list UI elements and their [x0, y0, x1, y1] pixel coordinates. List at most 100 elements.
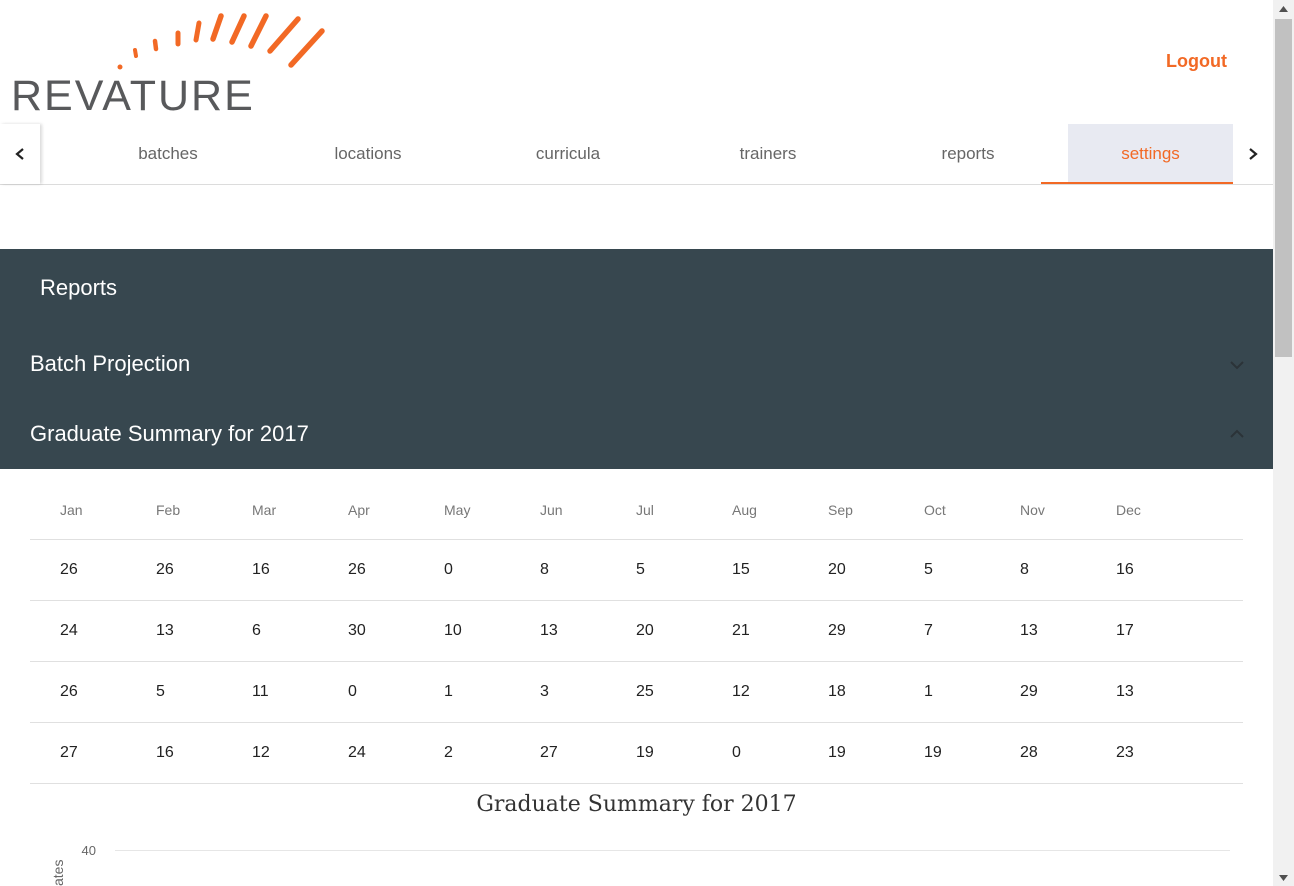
- column-header: Feb: [156, 501, 181, 518]
- table-cell: 0: [348, 683, 357, 700]
- table-cell: 25: [636, 683, 654, 700]
- table-cell: 13: [540, 622, 558, 639]
- table-cell: 29: [828, 622, 846, 639]
- table-cell: 10: [444, 622, 462, 639]
- chart-title: Graduate Summary for 2017: [476, 792, 797, 817]
- column-header: Jan: [60, 501, 83, 518]
- tab-batches[interactable]: batches: [68, 124, 268, 184]
- reports-panel: Reports Batch Projection Graduate Summar…: [0, 249, 1273, 469]
- table-cell: 5: [636, 561, 645, 578]
- table-cell: 27: [540, 744, 558, 761]
- graduate-summary-header[interactable]: Graduate Summary for 2017: [0, 399, 1273, 469]
- table-cell: 1: [924, 683, 933, 700]
- tab-list: batches locations curricula trainers rep…: [40, 124, 1233, 184]
- table-cell: 23: [1116, 744, 1134, 761]
- table-cell: 13: [156, 622, 174, 639]
- table-cell: 2: [444, 744, 453, 761]
- table-cell: 20: [636, 622, 654, 639]
- table-cell: 15: [732, 561, 750, 578]
- column-header: Aug: [732, 501, 757, 518]
- table-cell: 8: [1020, 561, 1029, 578]
- table-cell: 21: [732, 622, 750, 639]
- panel-title: Reports: [40, 275, 118, 300]
- column-header: Nov: [1020, 501, 1045, 518]
- column-header: Apr: [348, 501, 370, 518]
- table-cell: 12: [252, 744, 270, 761]
- scroll-down-button[interactable]: [1273, 869, 1294, 886]
- column-header: Sep: [828, 501, 853, 518]
- column-header: Dec: [1116, 501, 1141, 518]
- scroll-down-arrow-icon: [1279, 874, 1288, 881]
- column-header: Oct: [924, 501, 946, 518]
- table-cell: 7: [924, 622, 933, 639]
- table-cell: 18: [828, 683, 846, 700]
- tab-settings[interactable]: settings: [1068, 124, 1233, 184]
- table-cell: 19: [924, 744, 942, 761]
- tab-locations[interactable]: locations: [268, 124, 468, 184]
- table-cell: 27: [60, 744, 78, 761]
- table-row: 24 13 6 30 10 13 20 21 29 7 13 17: [30, 600, 1243, 662]
- chevron-right-icon: [1249, 148, 1258, 160]
- y-axis-label: ates: [50, 860, 66, 886]
- chevron-left-icon: [15, 148, 24, 160]
- graduate-summary-table: Jan Feb Mar Apr May Jun Jul Aug Sep Oct …: [30, 480, 1243, 784]
- table-cell: 0: [444, 561, 453, 578]
- table-cell: 5: [924, 561, 933, 578]
- table-cell: 26: [60, 683, 78, 700]
- logo-wordmark: REVATURE: [11, 72, 255, 115]
- table-cell: 26: [60, 561, 78, 578]
- table-cell: 24: [60, 622, 78, 639]
- chevron-up-icon: [1230, 429, 1244, 438]
- revature-logo: REVATURE: [10, 10, 330, 115]
- scroll-up-button[interactable]: [1273, 0, 1294, 17]
- table-cell: 13: [1116, 683, 1134, 700]
- batch-projection-header[interactable]: Batch Projection: [0, 329, 1273, 399]
- graduate-summary-chart: 40 ates: [50, 843, 1230, 886]
- scroll-up-arrow-icon: [1279, 5, 1288, 12]
- table-cell: 16: [156, 744, 174, 761]
- column-header: Jul: [636, 501, 654, 518]
- tab-reports[interactable]: reports: [868, 124, 1068, 184]
- page-viewport: REVATURE Logout batches locations curric…: [0, 0, 1273, 886]
- table-cell: 1: [444, 683, 453, 700]
- table-cell: 16: [1116, 561, 1134, 578]
- tabs-scroll-left-button[interactable]: [0, 124, 40, 184]
- table-cell: 26: [156, 561, 174, 578]
- column-header: Jun: [540, 501, 563, 518]
- chevron-down-icon: [1230, 361, 1244, 370]
- table-cell: 11: [252, 683, 269, 700]
- table-cell: 8: [540, 561, 549, 578]
- section-label: Graduate Summary for 2017: [30, 421, 309, 446]
- scrollbar-thumb[interactable]: [1275, 19, 1292, 357]
- nav-tabs-bar: batches locations curricula trainers rep…: [0, 124, 1273, 185]
- table-cell: 16: [252, 561, 270, 578]
- table-header-row: Jan Feb Mar Apr May Jun Jul Aug Sep Oct …: [30, 480, 1243, 540]
- table-cell: 12: [732, 683, 750, 700]
- table-cell: 26: [348, 561, 366, 578]
- column-header: May: [444, 501, 471, 518]
- table-cell: 3: [540, 683, 549, 700]
- tabs-scroll-right-button[interactable]: [1233, 124, 1273, 184]
- table-row: 27 16 12 24 2 27 19 0 19 19 28 23: [30, 722, 1243, 784]
- table-cell: 20: [828, 561, 846, 578]
- active-tab-indicator: [1041, 182, 1233, 184]
- table-cell: 13: [1020, 622, 1038, 639]
- table-row: 26 5 11 0 1 3 25 12 18 1 29 13: [30, 661, 1243, 723]
- y-tick-label: 40: [82, 843, 96, 858]
- table-cell: 5: [156, 683, 165, 700]
- table-cell: 0: [732, 744, 741, 761]
- table-cell: 17: [1116, 622, 1134, 639]
- table-cell: 28: [1020, 744, 1038, 761]
- table-cell: 29: [1020, 683, 1038, 700]
- column-header: Mar: [252, 501, 277, 518]
- table-cell: 30: [348, 622, 366, 639]
- table-row: 26 26 16 26 0 8 5 15 20 5 8 16: [30, 539, 1243, 601]
- table-cell: 19: [636, 744, 654, 761]
- tab-curricula[interactable]: curricula: [468, 124, 668, 184]
- logout-link[interactable]: Logout: [1166, 51, 1227, 72]
- table-cell: 19: [828, 744, 846, 761]
- table-cell: 6: [252, 622, 261, 639]
- tab-trainers[interactable]: trainers: [668, 124, 868, 184]
- vertical-scrollbar[interactable]: [1273, 0, 1294, 886]
- table-cell: 24: [348, 744, 366, 761]
